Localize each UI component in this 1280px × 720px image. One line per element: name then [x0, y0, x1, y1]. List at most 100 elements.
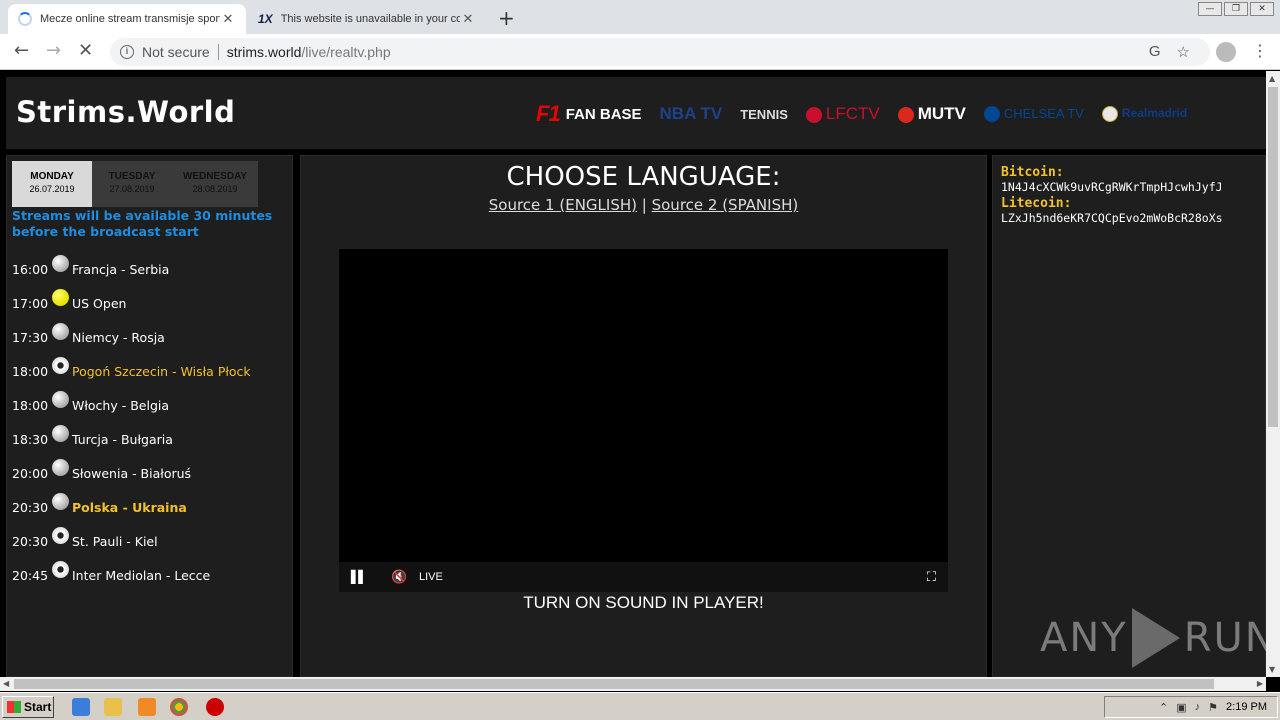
event-name[interactable]: Inter Mediolan - Lecce — [72, 568, 210, 583]
muted-speaker-icon[interactable]: 🔇 — [391, 570, 415, 585]
volleyball-icon — [52, 492, 69, 510]
event-row[interactable]: 18:00 Włochy - Belgia — [12, 388, 292, 422]
event-row[interactable]: 18:30 Turcja - Bułgaria — [12, 422, 292, 456]
forward-button[interactable]: → — [46, 42, 61, 60]
profile-avatar-icon[interactable] — [1216, 42, 1236, 62]
volume-icon[interactable]: ♪ — [1195, 701, 1201, 713]
internet-explorer-icon[interactable] — [72, 698, 90, 716]
tray-arrow-icon[interactable]: ⌃ — [1159, 701, 1168, 714]
lfc-tv-label: LFCTV — [825, 104, 880, 123]
day-date: 28.08.2019 — [192, 184, 238, 194]
event-list: 16:00 Francja - Serbia 17:00 US Open 17:30… — [12, 252, 292, 592]
address-bar: ← → ✕ i Not secure strims.world/live/rea… — [0, 34, 1280, 70]
tab-monday[interactable]: MONDAY 26.07.2019 — [12, 161, 92, 207]
scroll-up-icon[interactable]: ▲ — [1269, 74, 1275, 83]
day-date: 26.07.2019 — [29, 184, 75, 194]
fullscreen-icon[interactable]: ⛶ — [927, 570, 936, 585]
url-path: /live/realtv.php — [301, 44, 391, 60]
volleyball-icon — [52, 254, 69, 272]
event-time: 20:00 — [12, 465, 49, 481]
event-name[interactable]: Włochy - Belgia — [72, 398, 169, 413]
folder-icon[interactable] — [104, 698, 122, 716]
chelsea-tv-logo[interactable]: CHELSEA TV — [983, 106, 1084, 123]
source-2-link[interactable]: Source 2 (SPANISH) — [652, 196, 799, 214]
event-time: 17:00 — [12, 295, 49, 311]
chelsea-crest-icon — [983, 106, 1000, 123]
tennis-ball-icon — [52, 288, 69, 306]
tab-title: Mecze online stream transmisje sport — [40, 13, 220, 25]
horizontal-scrollbar[interactable]: ◀ ▶ — [0, 677, 1266, 691]
translate-icon[interactable]: G — [1149, 43, 1161, 61]
f1-logo[interactable]: F1 — [536, 101, 561, 127]
scroll-down-icon[interactable]: ▼ — [1269, 665, 1275, 674]
tennis-channel-logo[interactable]: TENNIS — [740, 107, 788, 122]
browser-menu-icon[interactable]: ⋮ — [1252, 41, 1268, 60]
event-row[interactable]: 20:30 Polska - Ukraina — [12, 490, 292, 524]
clock[interactable]: 2:19 PM — [1226, 701, 1267, 713]
tab-1xbet[interactable]: 1X This website is unavailable in your c… — [248, 4, 486, 34]
fanbase-logo[interactable]: FAN BASE — [566, 106, 642, 123]
donation-panel: Bitcoin: 1N4J4cXCWk9uvRCgRWKrTmpHJcwhJyf… — [992, 155, 1266, 677]
tab-close-icon[interactable]: ✕ — [220, 11, 236, 27]
vertical-scrollbar[interactable]: ▲ ▼ — [1266, 71, 1280, 677]
tab-strims[interactable]: Mecze online stream transmisje sport ✕ — [8, 4, 246, 34]
media-player-icon[interactable] — [138, 698, 156, 716]
nba-tv-logo[interactable]: NBA TV — [660, 104, 723, 124]
stop-loading-button[interactable]: ✕ — [78, 42, 93, 60]
network-icon[interactable]: ▣ — [1176, 701, 1186, 714]
event-name[interactable]: St. Pauli - Kiel — [72, 534, 158, 549]
video-player[interactable]: ▌▌ 🔇 LIVE ⛶ — [339, 249, 948, 592]
tab-close-icon[interactable]: ✕ — [460, 11, 476, 27]
event-name[interactable]: Pogoń Szczecin - Wisła Płock — [72, 364, 251, 379]
browser-tab-bar: Mecze online stream transmisje sport ✕ 1… — [0, 0, 1280, 34]
divider — [217, 44, 219, 60]
scroll-left-icon[interactable]: ◀ — [3, 679, 9, 688]
start-button[interactable]: Start — [2, 696, 54, 718]
tab-tuesday[interactable]: TUESDAY 27.08.2019 — [92, 161, 172, 207]
football-icon — [52, 560, 69, 578]
event-row[interactable]: 17:30 Niemcy - Rosja — [12, 320, 292, 354]
flag-icon[interactable]: ⚑ — [1208, 701, 1218, 714]
bitcoin-address: 1N4J4cXCWk9uvRCgRWKrTmpHJcwhJyfJ — [1001, 180, 1223, 194]
volleyball-icon — [52, 458, 69, 476]
event-name[interactable]: Słowenia - Białoruś — [72, 466, 191, 481]
day-tabs: MONDAY 26.07.2019 TUESDAY 27.08.2019 WED… — [12, 161, 258, 207]
event-row[interactable]: 17:00 US Open — [12, 286, 292, 320]
event-name[interactable]: US Open — [72, 296, 126, 311]
real-madrid-logo[interactable]: Realmadrid — [1101, 106, 1187, 122]
bookmark-star-icon[interactable]: ☆ — [1177, 43, 1190, 61]
event-row[interactable]: 16:00 Francja - Serbia — [12, 252, 292, 286]
volleyball-icon — [52, 390, 69, 408]
new-tab-button[interactable]: + — [498, 6, 515, 30]
restore-button[interactable]: ❐ — [1224, 2, 1248, 16]
back-button[interactable]: ← — [14, 42, 29, 60]
live-indicator: LIVE — [419, 571, 443, 583]
minimize-button[interactable]: — — [1198, 2, 1222, 16]
event-name[interactable]: Polska - Ukraina — [72, 500, 187, 515]
event-name[interactable]: Niemcy - Rosja — [72, 330, 165, 345]
event-row[interactable]: 20:45 Inter Mediolan - Lecce — [12, 558, 292, 592]
chrome-icon[interactable] — [170, 698, 188, 716]
event-row[interactable]: 18:00 Pogoń Szczecin - Wisła Płock — [12, 354, 292, 388]
event-name[interactable]: Francja - Serbia — [72, 262, 169, 277]
mutv-logo[interactable]: MUTV — [897, 104, 966, 124]
scroll-thumb[interactable] — [1268, 87, 1278, 427]
close-window-button[interactable]: ✕ — [1250, 2, 1274, 16]
source-1-link[interactable]: Source 1 (ENGLISH) — [489, 196, 637, 214]
lfc-tv-logo[interactable]: LFCTV — [805, 104, 880, 124]
tab-wednesday[interactable]: WEDNESDAY 28.08.2019 — [172, 161, 258, 207]
info-icon[interactable]: i — [120, 45, 134, 59]
football-icon — [52, 526, 69, 544]
url-input[interactable]: i Not secure strims.world/live/realtv.ph… — [110, 38, 1210, 66]
stop-app-icon[interactable] — [206, 698, 224, 716]
volleyball-icon — [52, 424, 69, 442]
event-row[interactable]: 20:30 St. Pauli - Kiel — [12, 524, 292, 558]
pause-icon[interactable]: ▌▌ — [351, 570, 379, 584]
scroll-thumb[interactable] — [14, 679, 1214, 689]
site-logo[interactable]: Strims.World — [16, 95, 235, 129]
event-name[interactable]: Turcja - Bułgaria — [72, 432, 173, 447]
litecoin-address: LZxJh5nd6eKR7CQCpEvo2mWoBcR28oXs — [1001, 211, 1223, 225]
event-row[interactable]: 20:00 Słowenia - Białoruś — [12, 456, 292, 490]
source-divider: | — [641, 196, 647, 214]
scroll-right-icon[interactable]: ▶ — [1257, 679, 1263, 688]
